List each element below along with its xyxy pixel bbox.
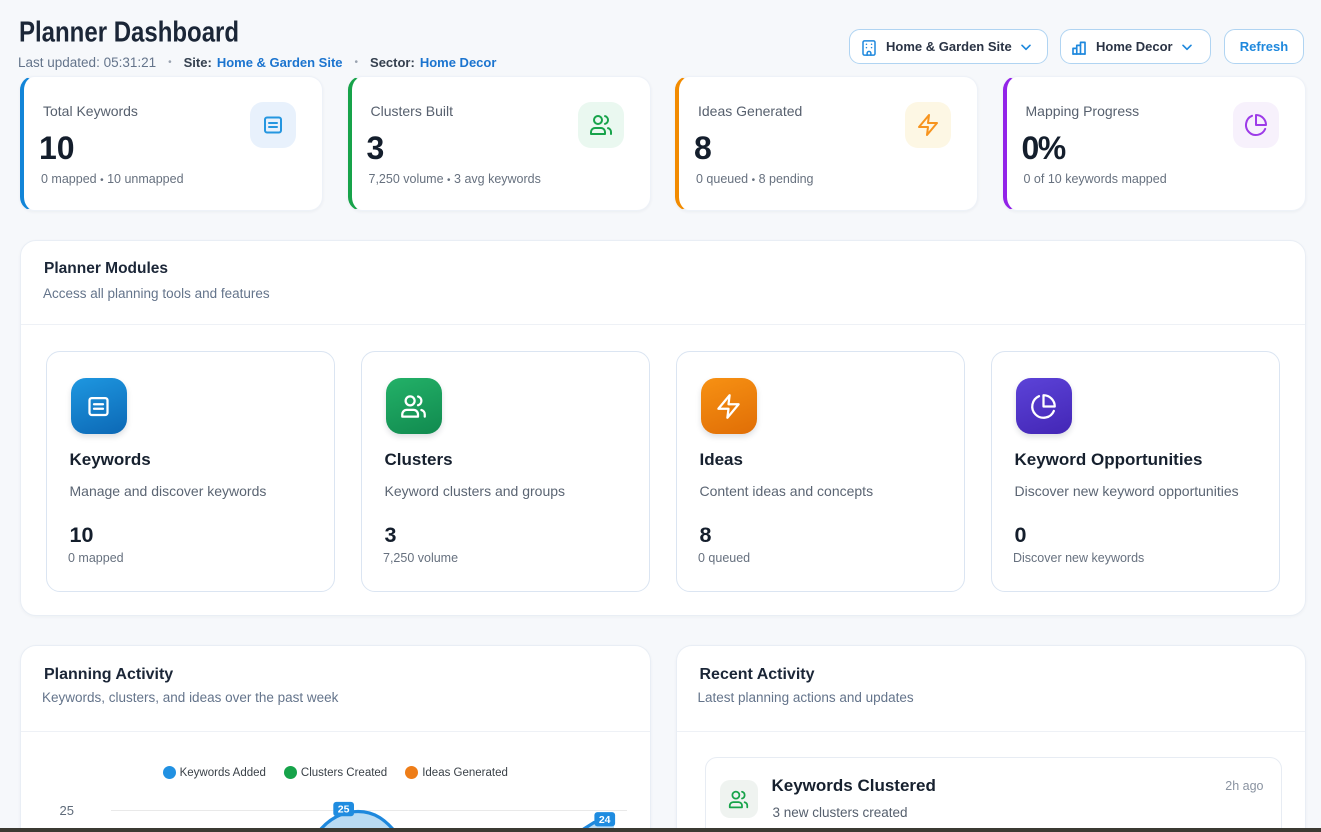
svg-text:25: 25 <box>338 804 350 816</box>
svg-text:24: 24 <box>599 814 611 826</box>
